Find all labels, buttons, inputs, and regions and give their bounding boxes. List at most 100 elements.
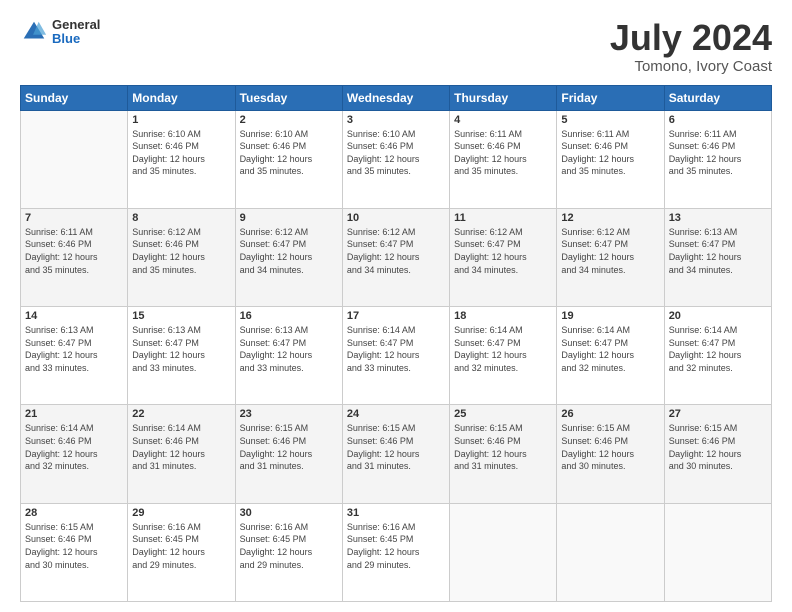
day-number: 30 [240,507,338,519]
day-info: Sunrise: 6:12 AM Sunset: 6:47 PM Dayligh… [347,226,445,276]
day-number: 17 [347,310,445,322]
day-info: Sunrise: 6:14 AM Sunset: 6:47 PM Dayligh… [454,324,552,374]
page: General Blue July 2024 Tomono, Ivory Coa… [0,0,792,612]
day-info: Sunrise: 6:15 AM Sunset: 6:46 PM Dayligh… [561,422,659,472]
calendar-week-row: 21 Sunrise: 6:14 AM Sunset: 6:46 PM Dayli… [21,405,772,503]
calendar-cell: 12 Sunrise: 6:12 AM Sunset: 6:47 PM Dayli… [557,208,664,306]
main-title: July 2024 [610,18,772,58]
day-info: Sunrise: 6:14 AM Sunset: 6:47 PM Dayligh… [561,324,659,374]
logo: General Blue [20,18,100,47]
day-number: 2 [240,114,338,126]
calendar-cell: 4 Sunrise: 6:11 AM Sunset: 6:46 PM Daylig… [450,110,557,208]
day-info: Sunrise: 6:11 AM Sunset: 6:46 PM Dayligh… [454,128,552,178]
day-number: 19 [561,310,659,322]
day-info: Sunrise: 6:11 AM Sunset: 6:46 PM Dayligh… [25,226,123,276]
day-number: 28 [25,507,123,519]
day-info: Sunrise: 6:14 AM Sunset: 6:47 PM Dayligh… [669,324,767,374]
day-info: Sunrise: 6:12 AM Sunset: 6:47 PM Dayligh… [561,226,659,276]
day-number: 5 [561,114,659,126]
day-header-monday: Monday [128,85,235,110]
calendar-cell: 31Sunrise: 6:16 AM Sunset: 6:45 PM Dayli… [342,503,449,601]
calendar-cell: 20 Sunrise: 6:14 AM Sunset: 6:47 PM Dayli… [664,307,771,405]
calendar-cell: 6Sunrise: 6:11 AM Sunset: 6:46 PM Daylig… [664,110,771,208]
calendar-week-row: 1 Sunrise: 6:10 AM Sunset: 6:46 PM Daylig… [21,110,772,208]
calendar-table: SundayMondayTuesdayWednesdayThursdayFrid… [20,85,772,602]
calendar-cell: 18 Sunrise: 6:14 AM Sunset: 6:47 PM Dayli… [450,307,557,405]
day-info: Sunrise: 6:16 AM Sunset: 6:45 PM Dayligh… [240,521,338,571]
calendar-cell: 17Sunrise: 6:14 AM Sunset: 6:47 PM Dayli… [342,307,449,405]
day-number: 25 [454,408,552,420]
day-number: 27 [669,408,767,420]
calendar-cell: 26 Sunrise: 6:15 AM Sunset: 6:46 PM Dayli… [557,405,664,503]
calendar-cell: 29 Sunrise: 6:16 AM Sunset: 6:45 PM Dayli… [128,503,235,601]
calendar-cell: 30 Sunrise: 6:16 AM Sunset: 6:45 PM Dayli… [235,503,342,601]
day-info: Sunrise: 6:13 AM Sunset: 6:47 PM Dayligh… [240,324,338,374]
calendar-cell: 10 Sunrise: 6:12 AM Sunset: 6:47 PM Dayli… [342,208,449,306]
calendar-cell: 2 Sunrise: 6:10 AM Sunset: 6:46 PM Daylig… [235,110,342,208]
day-number: 14 [25,310,123,322]
day-number: 13 [669,212,767,224]
calendar-week-row: 7 Sunrise: 6:11 AM Sunset: 6:46 PM Daylig… [21,208,772,306]
day-info: Sunrise: 6:10 AM Sunset: 6:46 PM Dayligh… [240,128,338,178]
calendar-cell: 23Sunrise: 6:15 AM Sunset: 6:46 PM Dayli… [235,405,342,503]
calendar-cell: 27 Sunrise: 6:15 AM Sunset: 6:46 PM Dayli… [664,405,771,503]
header: General Blue July 2024 Tomono, Ivory Coa… [20,18,772,75]
day-number: 7 [25,212,123,224]
calendar-cell: 22 Sunrise: 6:14 AM Sunset: 6:46 PM Dayli… [128,405,235,503]
day-info: Sunrise: 6:14 AM Sunset: 6:46 PM Dayligh… [132,422,230,472]
logo-text: General Blue [52,18,100,47]
day-number: 21 [25,408,123,420]
calendar-cell: 5 Sunrise: 6:11 AM Sunset: 6:46 PM Daylig… [557,110,664,208]
day-header-friday: Friday [557,85,664,110]
day-number: 4 [454,114,552,126]
calendar-cell [450,503,557,601]
day-header-sunday: Sunday [21,85,128,110]
logo-icon [20,18,48,46]
day-info: Sunrise: 6:15 AM Sunset: 6:46 PM Dayligh… [240,422,338,472]
subtitle: Tomono, Ivory Coast [610,58,772,75]
day-number: 9 [240,212,338,224]
calendar-cell [557,503,664,601]
calendar-week-row: 14 Sunrise: 6:13 AM Sunset: 6:47 PM Dayli… [21,307,772,405]
day-info: Sunrise: 6:15 AM Sunset: 6:46 PM Dayligh… [25,521,123,571]
day-info: Sunrise: 6:15 AM Sunset: 6:46 PM Dayligh… [669,422,767,472]
calendar-cell: 13 Sunrise: 6:13 AM Sunset: 6:47 PM Dayli… [664,208,771,306]
day-info: Sunrise: 6:16 AM Sunset: 6:45 PM Dayligh… [347,521,445,571]
calendar-cell: 28 Sunrise: 6:15 AM Sunset: 6:46 PM Dayli… [21,503,128,601]
calendar-cell: 15 Sunrise: 6:13 AM Sunset: 6:47 PM Dayli… [128,307,235,405]
day-number: 15 [132,310,230,322]
calendar-cell [664,503,771,601]
day-number: 1 [132,114,230,126]
calendar-cell: 21 Sunrise: 6:14 AM Sunset: 6:46 PM Dayli… [21,405,128,503]
day-info: Sunrise: 6:14 AM Sunset: 6:46 PM Dayligh… [25,422,123,472]
calendar-cell: 9Sunrise: 6:12 AM Sunset: 6:47 PM Daylig… [235,208,342,306]
calendar-cell: 7 Sunrise: 6:11 AM Sunset: 6:46 PM Daylig… [21,208,128,306]
day-number: 20 [669,310,767,322]
day-number: 22 [132,408,230,420]
day-number: 29 [132,507,230,519]
day-info: Sunrise: 6:13 AM Sunset: 6:47 PM Dayligh… [132,324,230,374]
calendar-week-row: 28 Sunrise: 6:15 AM Sunset: 6:46 PM Dayli… [21,503,772,601]
day-info: Sunrise: 6:10 AM Sunset: 6:46 PM Dayligh… [132,128,230,178]
day-info: Sunrise: 6:16 AM Sunset: 6:45 PM Dayligh… [132,521,230,571]
calendar-cell: 14Sunrise: 6:13 AM Sunset: 6:47 PM Dayli… [21,307,128,405]
day-info: Sunrise: 6:10 AM Sunset: 6:46 PM Dayligh… [347,128,445,178]
day-info: Sunrise: 6:13 AM Sunset: 6:47 PM Dayligh… [669,226,767,276]
day-header-wednesday: Wednesday [342,85,449,110]
day-info: Sunrise: 6:15 AM Sunset: 6:46 PM Dayligh… [347,422,445,472]
day-number: 6 [669,114,767,126]
day-number: 11 [454,212,552,224]
calendar-cell [21,110,128,208]
calendar-cell: 24Sunrise: 6:15 AM Sunset: 6:46 PM Dayli… [342,405,449,503]
day-number: 12 [561,212,659,224]
day-header-thursday: Thursday [450,85,557,110]
logo-general: General [52,18,100,32]
day-number: 3 [347,114,445,126]
day-info: Sunrise: 6:11 AM Sunset: 6:46 PM Dayligh… [561,128,659,178]
day-number: 26 [561,408,659,420]
calendar-cell: 8Sunrise: 6:12 AM Sunset: 6:46 PM Daylig… [128,208,235,306]
calendar-cell: 19 Sunrise: 6:14 AM Sunset: 6:47 PM Dayli… [557,307,664,405]
day-number: 18 [454,310,552,322]
day-number: 10 [347,212,445,224]
day-info: Sunrise: 6:12 AM Sunset: 6:46 PM Dayligh… [132,226,230,276]
